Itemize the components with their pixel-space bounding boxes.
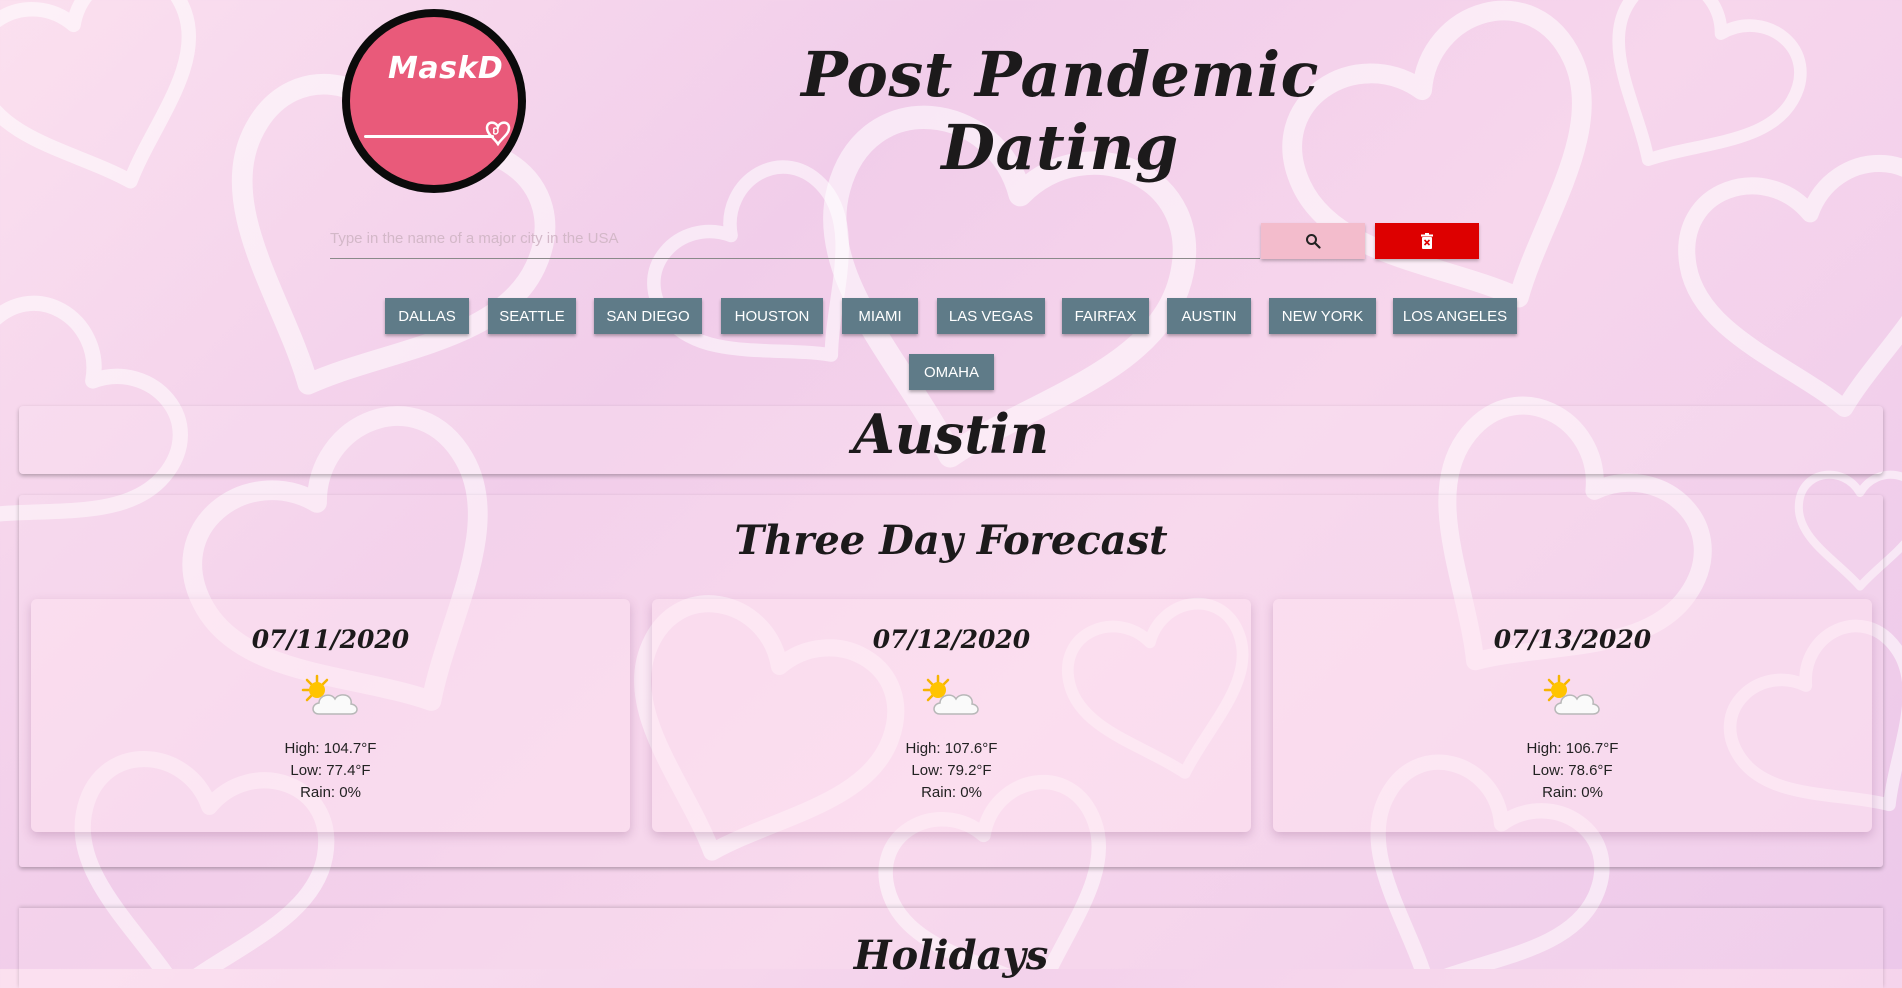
- city-button-new-york[interactable]: NEW YORK: [1269, 298, 1376, 334]
- logo-heart-icon: [485, 121, 511, 147]
- city-button-houston[interactable]: HOUSTON: [721, 298, 823, 334]
- forecast-rain: Rain: 0%: [1542, 784, 1603, 801]
- forecast-rain: Rain: 0%: [921, 784, 982, 801]
- holidays-panel: Holidays: [19, 908, 1883, 988]
- forecast-day-card: 07/11/2020 High: 104.7°F Low: 77.4°F Rai…: [31, 599, 630, 832]
- forecast-date: 07/13/2020: [1493, 625, 1652, 654]
- forecast-date: 07/12/2020: [872, 625, 1031, 654]
- page-title: Post Pandemic Dating: [801, 38, 1319, 184]
- forecast-day-card: 07/13/2020 High: 106.7°F Low: 78.6°F Rai…: [1273, 599, 1872, 832]
- city-button-fairfax[interactable]: FAIRFAX: [1062, 298, 1149, 334]
- maskd-logo: MaskD: [342, 9, 526, 193]
- forecast-high: High: 107.6°F: [905, 740, 998, 757]
- forecast-title: Three Day Forecast: [734, 517, 1168, 564]
- logo-text: MaskD: [388, 51, 504, 86]
- forecast-date: 07/11/2020: [251, 625, 410, 654]
- partly-cloudy-icon: [1543, 674, 1600, 715]
- selected-city-card: Austin: [19, 402, 1883, 474]
- clear-history-button[interactable]: [1375, 223, 1479, 259]
- forecast-rain: Rain: 0%: [300, 784, 361, 801]
- forecast-high: High: 104.7°F: [284, 740, 377, 757]
- city-search-input[interactable]: [330, 218, 1260, 259]
- forecast-panel: Three Day Forecast 07/11/2020 High: 104.…: [19, 495, 1883, 867]
- partly-cloudy-icon: [922, 674, 979, 715]
- city-button-austin[interactable]: AUSTIN: [1167, 298, 1251, 334]
- logo-line: [364, 135, 494, 138]
- city-button-las-vegas[interactable]: LAS VEGAS: [937, 298, 1045, 334]
- city-button-los-angeles[interactable]: LOS ANGELES: [1393, 298, 1517, 334]
- forecast-low: Low: 77.4°F: [290, 762, 371, 779]
- forecast-low: Low: 78.6°F: [1532, 762, 1613, 779]
- forecast-low: Low: 79.2°F: [911, 762, 992, 779]
- city-button-seattle[interactable]: SEATTLE: [488, 298, 576, 334]
- forecast-high: High: 106.7°F: [1526, 740, 1619, 757]
- city-button-san-diego[interactable]: SAN DIEGO: [594, 298, 702, 334]
- selected-city-name: Austin: [852, 402, 1050, 466]
- forecast-day-card: 07/12/2020 High: 107.6°F Low: 79.2°F Rai…: [652, 599, 1251, 832]
- city-button-dallas[interactable]: DALLAS: [385, 298, 469, 334]
- partly-cloudy-icon: [301, 674, 358, 715]
- search-button[interactable]: [1261, 223, 1365, 259]
- city-button-omaha[interactable]: OMAHA: [909, 354, 994, 390]
- city-button-miami[interactable]: MIAMI: [842, 298, 918, 334]
- search-icon: [1306, 234, 1321, 249]
- trash-icon: [1421, 233, 1433, 249]
- holidays-title: Holidays: [853, 932, 1049, 979]
